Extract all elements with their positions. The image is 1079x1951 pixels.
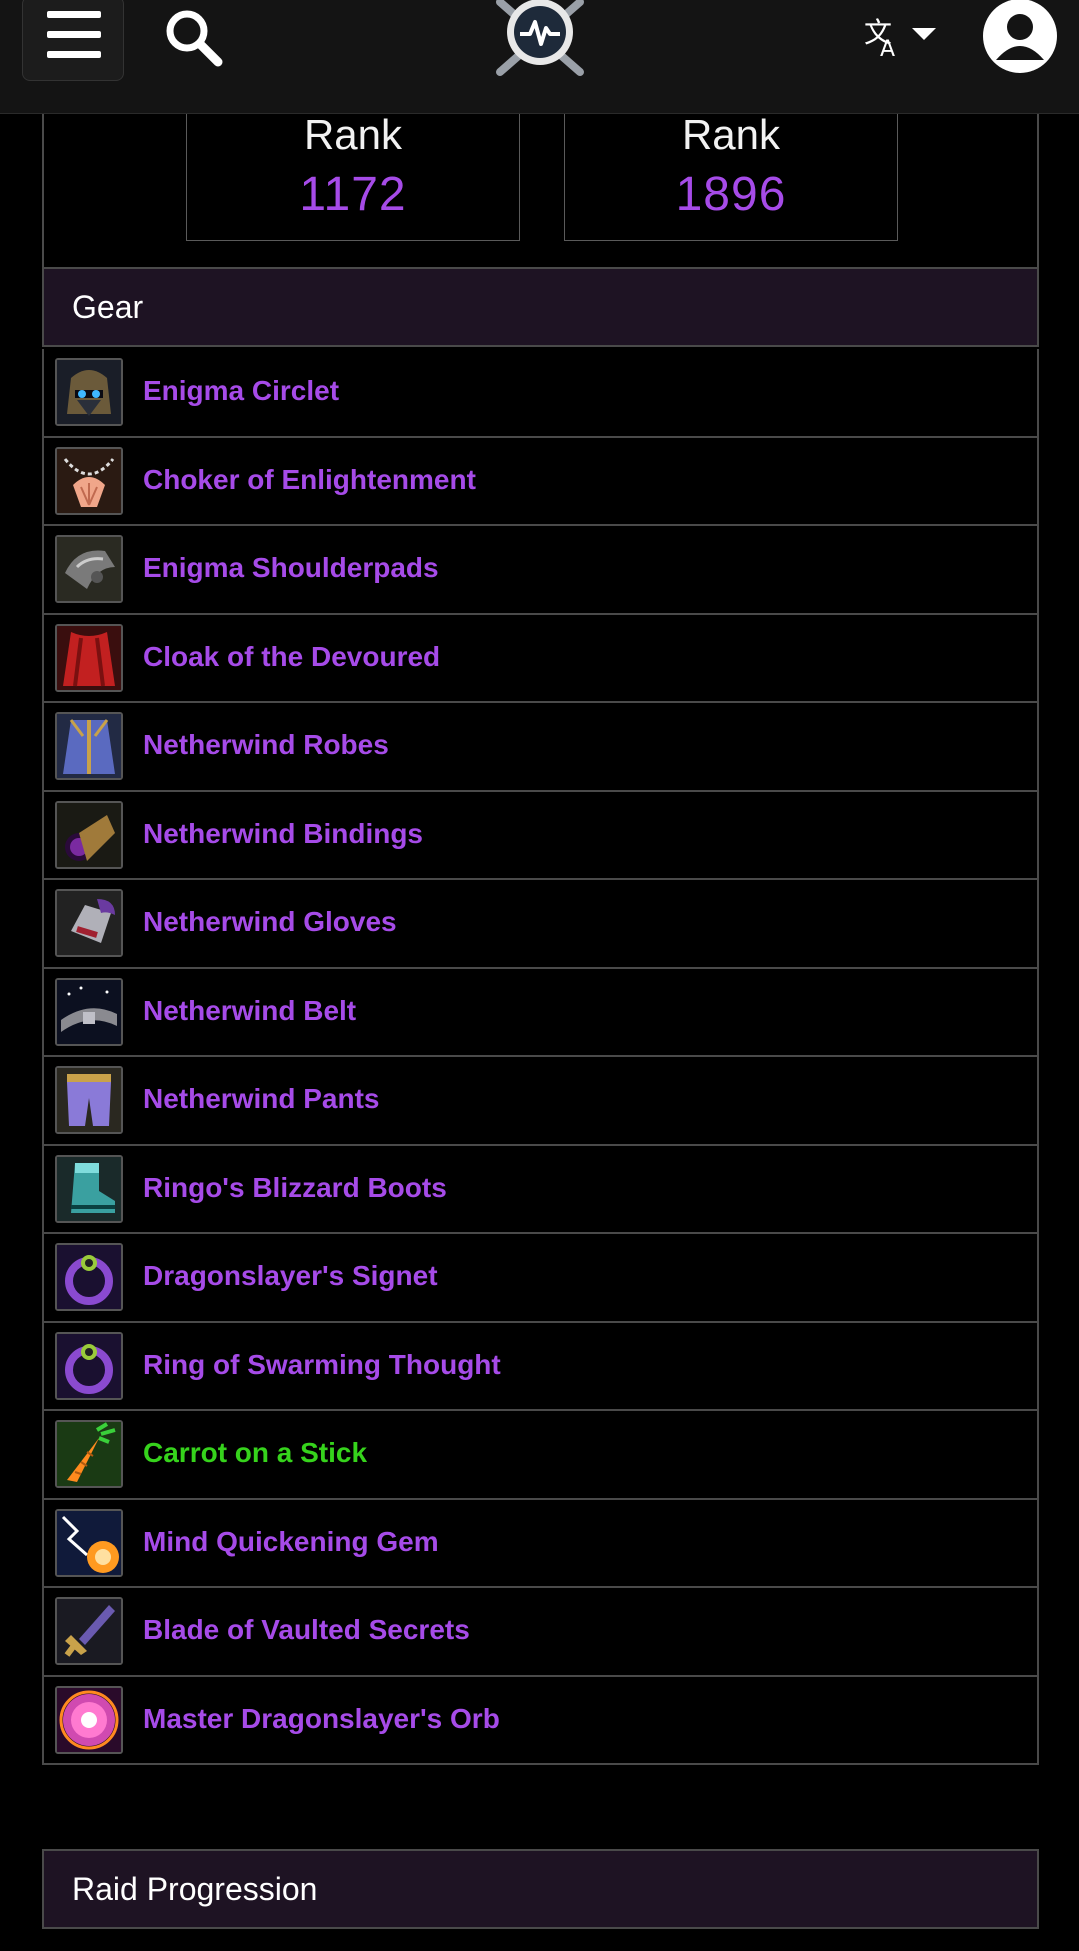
necklace-icon[interactable]: [55, 446, 123, 515]
gear-item-row[interactable]: Blade of Vaulted Secrets: [42, 1588, 1039, 1677]
gear-item-row[interactable]: Enigma Circlet: [42, 349, 1039, 438]
cloak-icon[interactable]: [55, 623, 123, 692]
user-avatar-icon[interactable]: [982, 0, 1058, 74]
gear-item-name[interactable]: Blade of Vaulted Secrets: [143, 1588, 470, 1672]
gear-list: Enigma Circlet Choker of Enlightenment Eni…: [42, 349, 1039, 1765]
gear-item-name[interactable]: Choker of Enlightenment: [143, 438, 476, 522]
gear-item-row[interactable]: Netherwind Gloves: [42, 880, 1039, 969]
site-logo[interactable]: [490, 0, 590, 78]
pants-icon[interactable]: [55, 1066, 123, 1134]
boots-icon[interactable]: [55, 1154, 123, 1223]
gear-item-name[interactable]: Netherwind Belt: [143, 969, 356, 1053]
top-nav-bar: 文 A: [0, 0, 1079, 114]
gear-item-row[interactable]: Choker of Enlightenment: [42, 437, 1039, 526]
belt-icon[interactable]: [55, 977, 123, 1046]
gear-item-row[interactable]: Ring of Swarming Thought: [42, 1322, 1039, 1411]
rank-value: 1896: [675, 168, 787, 221]
gear-item-row[interactable]: Cloak of the Devoured: [42, 614, 1039, 703]
gear-item-name[interactable]: Carrot on a Stick: [143, 1411, 367, 1495]
rank-value: 1172: [299, 168, 407, 221]
robe-icon[interactable]: [55, 712, 123, 780]
gear-item-row[interactable]: Mind Quickening Gem: [42, 1499, 1039, 1588]
menu-button[interactable]: [22, 0, 124, 81]
gear-item-name[interactable]: Ring of Swarming Thought: [143, 1323, 501, 1407]
gear-item-name[interactable]: Enigma Shoulderpads: [143, 526, 439, 610]
helmet-icon[interactable]: [55, 358, 123, 426]
gem-icon[interactable]: [55, 1508, 123, 1577]
shoulder-icon[interactable]: [55, 535, 123, 603]
ring-icon[interactable]: [55, 1331, 123, 1400]
rank-label: Rank: [303, 111, 403, 158]
gear-item-name[interactable]: Netherwind Bindings: [143, 792, 423, 876]
language-selector[interactable]: 文 A: [860, 12, 940, 62]
gear-item-name[interactable]: Netherwind Robes: [143, 703, 389, 787]
raid-progression-header[interactable]: Raid Progression: [42, 1849, 1039, 1929]
gear-item-row[interactable]: Netherwind Pants: [42, 1057, 1039, 1146]
search-icon[interactable]: [162, 6, 226, 70]
gear-item-row[interactable]: Dragonslayer's Signet: [42, 1234, 1039, 1323]
gloves-icon[interactable]: [55, 889, 123, 957]
hamburger-icon-line: [47, 51, 101, 58]
rank-panel: Rank 1172 Rank 1896: [42, 111, 1039, 269]
svg-text:A: A: [880, 37, 895, 62]
gear-item-name[interactable]: Enigma Circlet: [143, 349, 339, 433]
rank-label: Rank: [681, 111, 781, 158]
gear-item-row[interactable]: Carrot on a Stick: [42, 1411, 1039, 1500]
translate-icon: 文 A: [864, 16, 936, 62]
rank-card: Rank 1896: [564, 111, 898, 241]
gear-item-name[interactable]: Dragonslayer's Signet: [143, 1234, 438, 1318]
gear-item-row[interactable]: Master Dragonslayer's Orb: [42, 1676, 1039, 1765]
orb-icon[interactable]: [55, 1685, 123, 1754]
gear-item-row[interactable]: Netherwind Bindings: [42, 791, 1039, 880]
carrot-icon[interactable]: [55, 1420, 123, 1488]
ring-icon[interactable]: [55, 1243, 123, 1311]
rank-card: Rank 1172: [186, 111, 520, 241]
gear-item-row[interactable]: Ringo's Blizzard Boots: [42, 1145, 1039, 1234]
gear-item-name[interactable]: Cloak of the Devoured: [143, 615, 440, 699]
bracer-icon[interactable]: [55, 800, 123, 869]
gear-item-row[interactable]: Enigma Shoulderpads: [42, 526, 1039, 615]
gear-item-row[interactable]: Netherwind Belt: [42, 968, 1039, 1057]
gear-section-header: Gear: [42, 267, 1039, 347]
gear-item-name[interactable]: Mind Quickening Gem: [143, 1500, 439, 1584]
gear-item-name[interactable]: Netherwind Pants: [143, 1057, 379, 1141]
dagger-icon[interactable]: [55, 1597, 123, 1665]
gear-item-name[interactable]: Master Dragonslayer's Orb: [143, 1677, 500, 1761]
hamburger-icon-line: [47, 11, 101, 18]
hamburger-icon-line: [47, 31, 101, 38]
gear-item-name[interactable]: Netherwind Gloves: [143, 880, 397, 964]
gear-item-name[interactable]: Ringo's Blizzard Boots: [143, 1146, 447, 1230]
gear-item-row[interactable]: Netherwind Robes: [42, 703, 1039, 792]
